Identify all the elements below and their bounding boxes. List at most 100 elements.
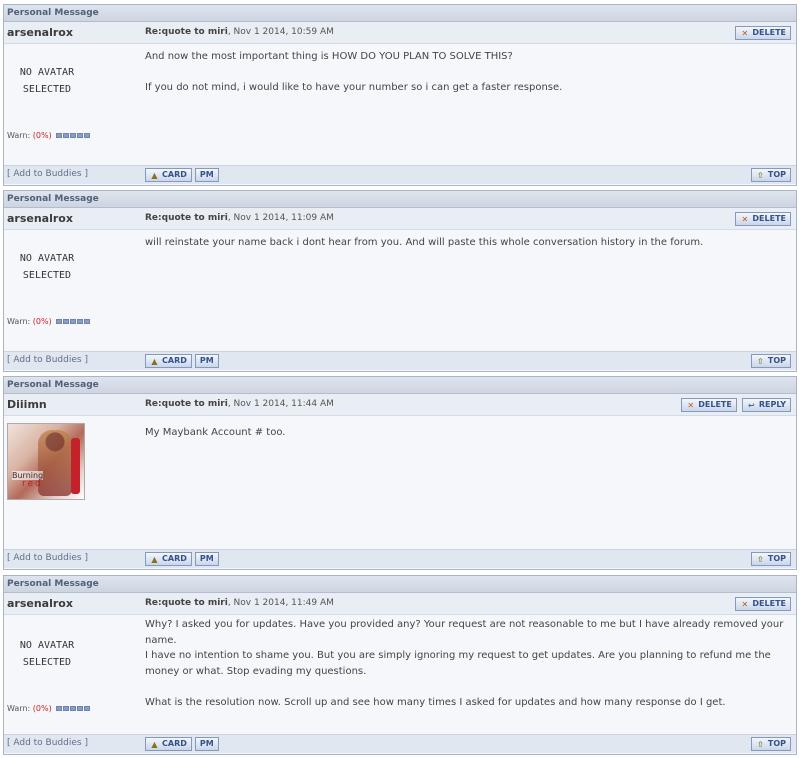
- pm-button[interactable]: PM: [194, 168, 219, 182]
- reply-label: REPLY: [758, 400, 786, 409]
- no-avatar-placeholder: NO AVATAR SELECTED: [11, 637, 83, 671]
- no-avatar-placeholder: NO AVATAR SELECTED: [11, 250, 83, 284]
- pm-button[interactable]: PM: [194, 552, 219, 566]
- top-label: TOP: [767, 356, 786, 365]
- author-panel: NO AVATAR SELECTED Warn: (0%): [4, 230, 141, 351]
- warn-label: Warn:: [7, 317, 33, 326]
- top-button[interactable]: ⇧ TOP: [750, 168, 791, 182]
- message-footer: [ Add to Buddies ] ▲ CARD PM ⇧ TOP: [4, 549, 796, 568]
- message-text: will reinstate your name back i dont hea…: [145, 235, 790, 251]
- pm-label: PM: [199, 170, 214, 179]
- message-meta-row: Diiimn Re:quote to miri, Nov 1 2014, 11:…: [4, 394, 796, 416]
- pm-button[interactable]: PM: [194, 737, 219, 751]
- card-button[interactable]: ▲ CARD: [145, 552, 192, 566]
- avatar[interactable]: Burning red: [7, 423, 85, 500]
- arrow-up-icon: ⇧: [757, 356, 764, 366]
- delete-button[interactable]: ✕ DELETE: [681, 398, 737, 412]
- message-text: Why? I asked you for updates. Have you p…: [145, 617, 790, 710]
- card-icon: ▲: [151, 170, 158, 180]
- message-subject: Re:quote to miri, Nov 1 2014, 10:59 AM: [145, 27, 334, 37]
- message-3: Personal Message Diiimn Re:quote to miri…: [3, 376, 797, 570]
- message-line: My Maybank Account # too.: [145, 427, 286, 438]
- message-date: , Nov 1 2014, 11:49 AM: [227, 598, 334, 608]
- add-to-buddies-link[interactable]: [ Add to Buddies ]: [7, 169, 88, 179]
- reply-icon: ↩: [748, 400, 755, 410]
- warn-percent: (0%): [32, 317, 52, 326]
- message-footer: [ Add to Buddies ] ▲ CARD PM ⇧ TOP: [4, 165, 796, 184]
- warn-percent: (0%): [32, 131, 52, 140]
- no-avatar-line-1: NO AVATAR: [19, 253, 75, 264]
- top-button[interactable]: ⇧ TOP: [750, 354, 791, 368]
- no-avatar-line-2: SELECTED: [22, 657, 72, 668]
- subject-text: Re:quote to miri: [145, 399, 228, 409]
- message-line: If you do not mind, i would like to have…: [145, 82, 563, 93]
- author-panel: NO AVATAR SELECTED Warn: (0%): [4, 615, 141, 734]
- pm-button[interactable]: PM: [194, 354, 219, 368]
- warn-bars: [56, 131, 91, 140]
- author-name[interactable]: arsenalrox: [7, 597, 73, 610]
- card-label: CARD: [162, 554, 187, 563]
- warn-level: Warn: (0%): [7, 704, 91, 713]
- warn-level: Warn: (0%): [7, 131, 91, 140]
- author-name[interactable]: Diiimn: [7, 398, 47, 411]
- message-body: Burning red My Maybank Account # too.: [4, 416, 796, 549]
- no-avatar-line-2: SELECTED: [22, 84, 72, 95]
- no-avatar-line-1: NO AVATAR: [19, 67, 75, 78]
- warn-label: Warn:: [7, 704, 33, 713]
- x-icon: ✕: [741, 28, 749, 38]
- message-line: Why? I asked you for updates. Have you p…: [145, 619, 784, 646]
- top-label: TOP: [767, 739, 786, 748]
- top-label: TOP: [767, 170, 786, 179]
- author-name[interactable]: arsenalrox: [7, 26, 73, 39]
- top-button[interactable]: ⇧ TOP: [750, 737, 791, 751]
- delete-button[interactable]: ✕ DELETE: [735, 212, 791, 226]
- pm-label: PM: [199, 554, 214, 563]
- author-name[interactable]: arsenalrox: [7, 212, 73, 225]
- message-subject: Re:quote to miri, Nov 1 2014, 11:44 AM: [145, 399, 334, 409]
- no-avatar-line-2: SELECTED: [22, 270, 72, 281]
- arrow-up-icon: ⇧: [757, 739, 764, 749]
- add-to-buddies-link[interactable]: [ Add to Buddies ]: [7, 738, 88, 748]
- x-icon: ✕: [687, 400, 695, 410]
- card-button[interactable]: ▲ CARD: [145, 168, 192, 182]
- delete-label: DELETE: [752, 599, 786, 608]
- warn-percent: (0%): [32, 704, 52, 713]
- delete-button[interactable]: ✕ DELETE: [735, 597, 791, 611]
- card-label: CARD: [162, 170, 187, 179]
- message-subject: Re:quote to miri, Nov 1 2014, 11:49 AM: [145, 598, 334, 608]
- subject-text: Re:quote to miri: [145, 213, 228, 223]
- message-footer: [ Add to Buddies ] ▲ CARD PM ⇧ TOP: [4, 734, 796, 753]
- card-icon: ▲: [151, 554, 158, 564]
- no-avatar-placeholder: NO AVATAR SELECTED: [11, 64, 83, 98]
- avatar-text-red: red: [22, 479, 43, 489]
- author-panel: Burning red: [4, 416, 141, 549]
- message-line: And now the most important thing is HOW …: [145, 51, 513, 62]
- message-line: What is the resolution now. Scroll up an…: [145, 696, 726, 708]
- message-date: , Nov 1 2014, 10:59 AM: [227, 27, 334, 37]
- delete-button[interactable]: ✕ DELETE: [735, 26, 791, 40]
- message-1: Personal Message arsenalrox Re:quote to …: [3, 4, 797, 186]
- top-button[interactable]: ⇧ TOP: [750, 552, 791, 566]
- no-avatar-line-1: NO AVATAR: [19, 640, 75, 651]
- message-body: NO AVATAR SELECTED Warn: (0%) will reins…: [4, 230, 796, 351]
- card-label: CARD: [162, 356, 187, 365]
- x-icon: ✕: [741, 599, 749, 609]
- message-meta-row: arsenalrox Re:quote to miri, Nov 1 2014,…: [4, 593, 796, 615]
- card-button[interactable]: ▲ CARD: [145, 354, 192, 368]
- avatar-figure: [38, 430, 72, 496]
- author-panel: NO AVATAR SELECTED Warn: (0%): [4, 44, 141, 165]
- message-header: Personal Message: [4, 191, 796, 208]
- message-line: I have no intention to shame you. But yo…: [145, 650, 771, 677]
- message-4: Personal Message arsenalrox Re:quote to …: [3, 575, 797, 755]
- message-header: Personal Message: [4, 377, 796, 394]
- pm-label: PM: [199, 739, 214, 748]
- message-text: And now the most important thing is HOW …: [145, 49, 790, 96]
- card-button[interactable]: ▲ CARD: [145, 737, 192, 751]
- message-subject: Re:quote to miri, Nov 1 2014, 11:09 AM: [145, 213, 334, 223]
- warn-bars: [56, 704, 91, 713]
- message-date: , Nov 1 2014, 11:09 AM: [227, 213, 334, 223]
- add-to-buddies-link[interactable]: [ Add to Buddies ]: [7, 355, 88, 365]
- message-header: Personal Message: [4, 5, 796, 22]
- reply-button[interactable]: ↩ REPLY: [741, 398, 791, 412]
- add-to-buddies-link[interactable]: [ Add to Buddies ]: [7, 553, 88, 563]
